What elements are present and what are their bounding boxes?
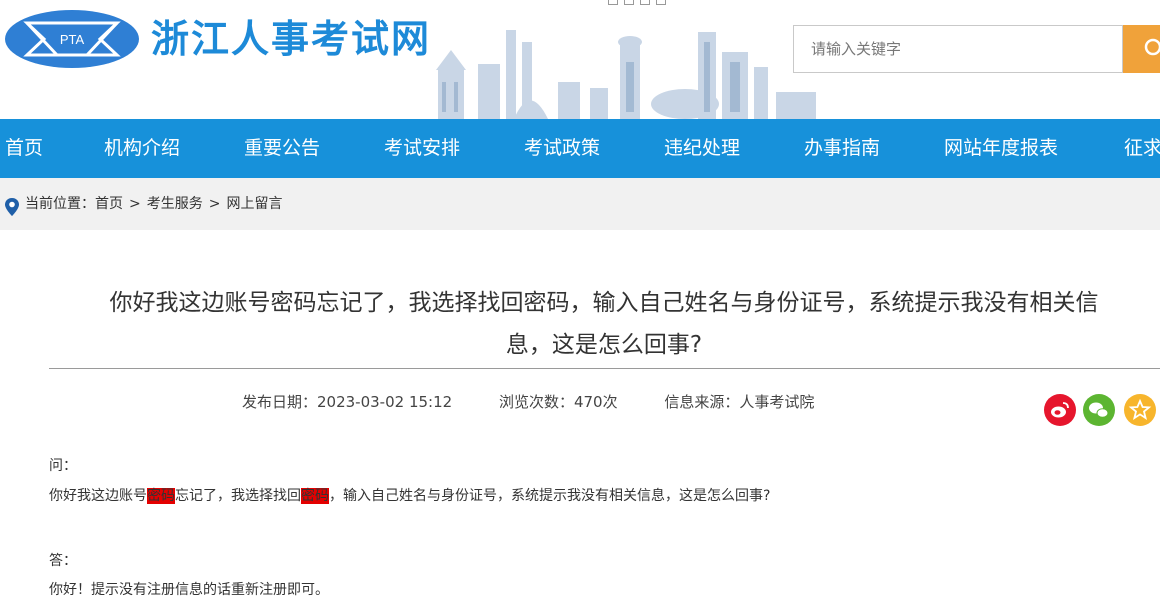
top-link[interactable] xyxy=(608,0,618,5)
location-pin-icon xyxy=(5,198,19,216)
site-logo[interactable]: PTA xyxy=(5,10,139,68)
question-segment: ，输入自己姓名与身份证号，系统提示我没有相关信息，这是怎么回事? xyxy=(329,488,771,504)
site-header: PTA 浙江人事考试网 请输入关键字 xyxy=(0,0,1160,119)
search-input[interactable]: 请输入关键字 xyxy=(793,25,1123,73)
top-link[interactable] xyxy=(624,0,634,5)
nav-item-solicit[interactable]: 征求 xyxy=(1124,119,1160,178)
site-title: 浙江人事考试网 xyxy=(151,17,432,61)
breadcrumb-separator: > xyxy=(208,196,221,212)
logo-text: PTA xyxy=(60,32,85,47)
nav-item-exam-schedule[interactable]: 考试安排 xyxy=(384,119,460,178)
nav-item-violations[interactable]: 违纪处理 xyxy=(664,119,740,178)
question-segment: 你好我这边账号 xyxy=(49,488,147,504)
article-title-line: 息，这是怎么回事? xyxy=(505,332,703,358)
answer-text: 你好！提示没有注册信息的话重新注册即可。 xyxy=(49,582,329,598)
breadcrumb-text: 当前位置：首页 > 考生服务 > 网上留言 xyxy=(25,194,282,214)
breadcrumb: 当前位置：首页 > 考生服务 > 网上留言 xyxy=(0,178,1160,230)
weibo-icon xyxy=(1044,394,1076,426)
nav-item-annual-report[interactable]: 网站年度报表 xyxy=(944,119,1058,178)
breadcrumb-separator: > xyxy=(129,196,141,212)
top-links xyxy=(608,0,666,5)
favorite-icon xyxy=(1124,394,1156,426)
question-segment: 忘记了，我选择找回 xyxy=(175,488,301,504)
article-title-line: 你好我这边账号密码忘记了，我选择找回密码，输入自己姓名与身份证号，系统提示我没有… xyxy=(109,290,1099,316)
keyword-highlight: 密码 xyxy=(147,488,175,504)
article-meta: 发布日期：2023-03-02 15:12 浏览次数：470次 信息来源：人事考… xyxy=(242,391,856,412)
breadcrumb-item-home[interactable]: 首页 xyxy=(95,196,123,212)
nav-item-announcements[interactable]: 重要公告 xyxy=(244,119,320,178)
question-label: 问： xyxy=(49,458,77,474)
nav-item-home[interactable]: 首页 xyxy=(5,119,43,178)
pta-logo-icon: PTA xyxy=(6,11,138,67)
add-favorite-button[interactable] xyxy=(1124,394,1156,426)
title-divider xyxy=(49,368,1160,369)
breadcrumb-item-services[interactable]: 考生服务 xyxy=(147,196,203,212)
search-button[interactable] xyxy=(1123,25,1160,73)
wechat-icon xyxy=(1083,394,1115,426)
question-text: 你好我这边账号密码忘记了，我选择找回密码，输入自己姓名与身份证号，系统提示我没有… xyxy=(49,485,770,507)
top-link[interactable] xyxy=(656,0,666,5)
view-count: 浏览次数：470次 xyxy=(498,393,618,411)
article-title: 你好我这边账号密码忘记了，我选择找回密码，输入自己姓名与身份证号，系统提示我没有… xyxy=(50,282,1158,366)
nav-item-about[interactable]: 机构介绍 xyxy=(104,119,180,178)
nav-item-guide[interactable]: 办事指南 xyxy=(804,119,880,178)
main-navigation: 首页 机构介绍 重要公告 考试安排 考试政策 违纪处理 办事指南 网站年度报表 … xyxy=(0,119,1160,178)
share-wechat-button[interactable] xyxy=(1083,394,1115,426)
breadcrumb-item-message[interactable]: 网上留言 xyxy=(226,196,282,212)
share-weibo-button[interactable] xyxy=(1044,394,1076,426)
answer-label: 答： xyxy=(49,553,77,569)
keyword-highlight: 密码 xyxy=(301,488,329,504)
city-skyline-image xyxy=(436,30,816,119)
breadcrumb-prefix: 当前位置： xyxy=(25,196,95,212)
nav-item-exam-policy[interactable]: 考试政策 xyxy=(524,119,600,178)
top-link[interactable] xyxy=(640,0,650,5)
search-icon xyxy=(1144,38,1160,56)
info-source: 信息来源：人事考试院 xyxy=(664,393,815,411)
publish-date: 发布日期：2023-03-02 15:12 xyxy=(242,393,453,411)
